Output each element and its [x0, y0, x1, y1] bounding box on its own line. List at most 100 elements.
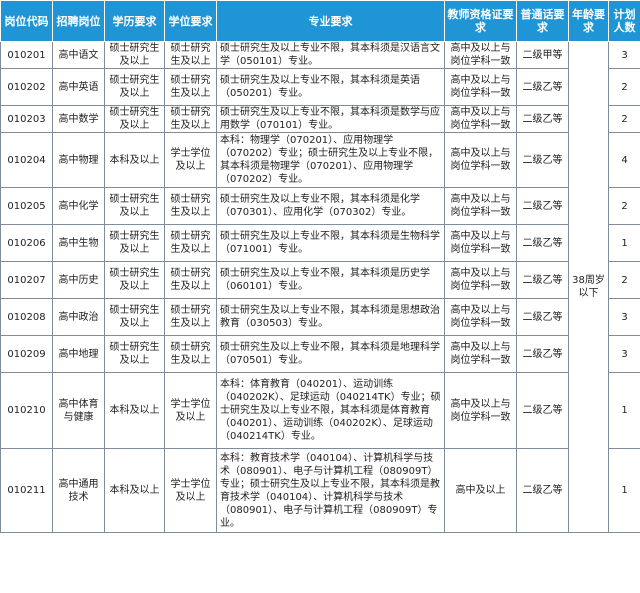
cell-count: 2: [608, 105, 640, 133]
cell-certificate: 高中及以上与岗位学科一致: [444, 298, 517, 336]
cell-certificate: 高中及以上与岗位学科一致: [444, 105, 517, 133]
table-row: 010206 高中生物 硕士研究生及以上 硕士研究生及以上 硕士研究生及以上专业…: [0, 224, 640, 262]
cell-code: 010209: [0, 335, 53, 373]
cell-major: 本科：教育技术学（040104）、计算机科学与技术（080901）、电子与计算机…: [216, 448, 445, 533]
cell-mandarin: 二级乙等: [516, 298, 569, 336]
cell-certificate: 高中及以上与岗位学科一致: [444, 224, 517, 262]
cell-degree: 学士学位及以上: [164, 132, 217, 188]
table-row: 010211 高中通用技术 本科及以上 学士学位及以上 本科：教育技术学（040…: [0, 448, 640, 533]
cell-major: 本科：体育教育（040201）、运动训练（040202K）、足球运动（04021…: [216, 372, 445, 449]
cell-count: 2: [608, 187, 640, 225]
table-row: 010203 高中数学 硕士研究生及以上 硕士研究生及以上 硕士研究生及以上专业…: [0, 105, 640, 133]
cell-mandarin: 二级乙等: [516, 448, 569, 533]
cell-major: 硕士研究生及以上专业不限，其本科须是思想政治教育（030503）专业。: [216, 298, 445, 336]
cell-mandarin: 二级乙等: [516, 261, 569, 299]
cell-mandarin: 二级乙等: [516, 224, 569, 262]
cell-post: 高中体育与健康: [52, 372, 105, 449]
table-row: 010207 高中历史 硕士研究生及以上 硕士研究生及以上 硕士研究生及以上专业…: [0, 261, 640, 299]
cell-education: 硕士研究生及以上: [104, 68, 165, 106]
cell-post: 高中数学: [52, 105, 105, 133]
cell-count: 3: [608, 335, 640, 373]
cell-education: 硕士研究生及以上: [104, 298, 165, 336]
cell-mandarin: 二级乙等: [516, 335, 569, 373]
cell-major: 硕士研究生及以上专业不限，其本科须是生物科学（071001）专业。: [216, 224, 445, 262]
cell-certificate: 高中及以上与岗位学科一致: [444, 68, 517, 106]
cell-count: 3: [608, 298, 640, 336]
header-age: 年龄要求: [568, 0, 609, 42]
table-row: 010201 高中语文 硕士研究生及以上 硕士研究生及以上 硕士研究生及以上专业…: [0, 41, 640, 533]
cell-education: 硕士研究生及以上: [104, 335, 165, 373]
header-mandarin: 普通话要求: [516, 0, 569, 42]
header-row: 岗位代码 招聘岗位 学历要求 学位要求 专业要求 教师资格证要求 普通话要求 年…: [0, 0, 640, 42]
cell-degree: 硕士研究生及以上: [164, 335, 217, 373]
cell-degree: 硕士研究生及以上: [164, 298, 217, 336]
cell-certificate: 高中及以上与岗位学科一致: [444, 41, 517, 69]
header-degree: 学位要求: [164, 0, 217, 42]
cell-certificate: 高中及以上与岗位学科一致: [444, 335, 517, 373]
cell-certificate: 高中及以上与岗位学科一致: [444, 187, 517, 225]
table-row: 010202 高中英语 硕士研究生及以上 硕士研究生及以上 硕士研究生及以上专业…: [0, 68, 640, 106]
cell-count: 4: [608, 132, 640, 188]
cell-post: 高中历史: [52, 261, 105, 299]
cell-count: 1: [608, 372, 640, 449]
cell-mandarin: 二级乙等: [516, 132, 569, 188]
cell-count: 1: [608, 448, 640, 533]
header-code: 岗位代码: [0, 0, 53, 42]
cell-education: 硕士研究生及以上: [104, 261, 165, 299]
cell-education: 本科及以上: [104, 132, 165, 188]
cell-post: 高中英语: [52, 68, 105, 106]
header-major: 专业要求: [216, 0, 445, 42]
cell-code: 010202: [0, 68, 53, 106]
table-row: 010204 高中物理 本科及以上 学士学位及以上 本科：物理学（070201）…: [0, 132, 640, 188]
cell-major: 硕士研究生及以上专业不限，其本科须是历史学（060101）专业。: [216, 261, 445, 299]
table-row: 010205 高中化学 硕士研究生及以上 硕士研究生及以上 硕士研究生及以上专业…: [0, 187, 640, 225]
cell-post: 高中物理: [52, 132, 105, 188]
cell-major: 硕士研究生及以上专业不限，其本科须是化学（070301）、应用化学（070302…: [216, 187, 445, 225]
cell-post: 高中生物: [52, 224, 105, 262]
cell-mandarin: 二级乙等: [516, 372, 569, 449]
cell-degree: 硕士研究生及以上: [164, 261, 217, 299]
cell-code: 010204: [0, 132, 53, 188]
cell-mandarin: 二级乙等: [516, 68, 569, 106]
cell-mandarin: 二级乙等: [516, 187, 569, 225]
cell-major: 硕士研究生及以上专业不限，其本科须是汉语言文学（050101）专业。: [216, 41, 445, 69]
table-row: 010210 高中体育与健康 本科及以上 学士学位及以上 本科：体育教育（040…: [0, 372, 640, 449]
cell-count: 1: [608, 224, 640, 262]
cell-mandarin: 二级乙等: [516, 105, 569, 133]
cell-post: 高中地理: [52, 335, 105, 373]
cell-count: 3: [608, 41, 640, 69]
cell-education: 硕士研究生及以上: [104, 105, 165, 133]
cell-code: 010210: [0, 372, 53, 449]
cell-degree: 硕士研究生及以上: [164, 224, 217, 262]
cell-certificate: 高中及以上与岗位学科一致: [444, 261, 517, 299]
header-certificate: 教师资格证要求: [444, 0, 517, 42]
cell-major: 硕士研究生及以上专业不限，其本科须是地理科学（070501）专业。: [216, 335, 445, 373]
cell-certificate: 高中及以上与岗位学科一致: [444, 132, 517, 188]
cell-code: 010203: [0, 105, 53, 133]
cell-major: 硕士研究生及以上专业不限，其本科须是英语（050201）专业。: [216, 68, 445, 106]
cell-code: 010206: [0, 224, 53, 262]
cell-code: 010211: [0, 448, 53, 533]
cell-certificate: 高中及以上: [444, 448, 517, 533]
recruitment-table: 岗位代码 招聘岗位 学历要求 学位要求 专业要求 教师资格证要求 普通话要求 年…: [0, 0, 640, 533]
cell-code: 010205: [0, 187, 53, 225]
cell-mandarin: 二级甲等: [516, 41, 569, 69]
cell-certificate: 高中及以上与岗位学科一致: [444, 372, 517, 449]
cell-post: 高中政治: [52, 298, 105, 336]
cell-education: 本科及以上: [104, 448, 165, 533]
cell-code: 010208: [0, 298, 53, 336]
cell-degree: 学士学位及以上: [164, 448, 217, 533]
table-row: 010208 高中政治 硕士研究生及以上 硕士研究生及以上 硕士研究生及以上专业…: [0, 298, 640, 336]
cell-education: 硕士研究生及以上: [104, 41, 165, 69]
cell-post: 高中语文: [52, 41, 105, 69]
header-post: 招聘岗位: [52, 0, 105, 42]
cell-education: 硕士研究生及以上: [104, 187, 165, 225]
header-education: 学历要求: [104, 0, 165, 42]
cell-degree: 硕士研究生及以上: [164, 187, 217, 225]
cell-age: 38周岁以下: [568, 41, 609, 533]
cell-major: 硕士研究生及以上专业不限，其本科须是数学与应用数学（070101）专业。: [216, 105, 445, 133]
cell-count: 2: [608, 261, 640, 299]
header-count: 计划人数: [608, 0, 640, 42]
table-row: 010209 高中地理 硕士研究生及以上 硕士研究生及以上 硕士研究生及以上专业…: [0, 335, 640, 373]
cell-post: 高中化学: [52, 187, 105, 225]
